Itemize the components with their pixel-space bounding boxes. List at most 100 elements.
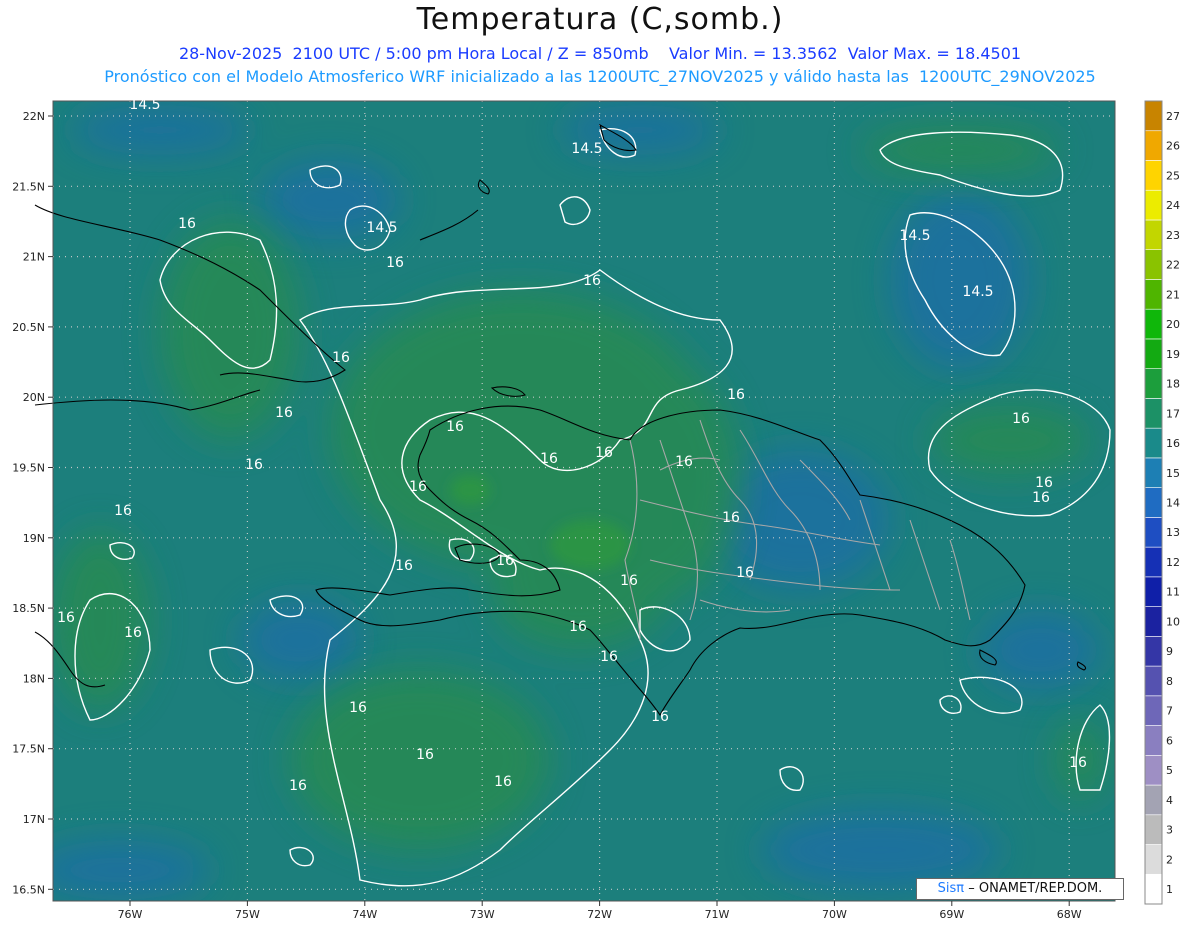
colorbar-label: 16 <box>1166 437 1180 450</box>
colorbar-label: 12 <box>1166 556 1180 569</box>
contour-label: 16 <box>620 573 638 589</box>
lat-label: 17.5N <box>12 743 45 756</box>
colorbar-label: 9 <box>1166 645 1173 658</box>
colorbar-swatch <box>1144 784 1163 816</box>
lat-label: 19.5N <box>12 462 45 475</box>
contour-label: 16 <box>651 709 669 725</box>
colorbar-swatch <box>1144 517 1163 548</box>
contour-label: 14.5 <box>366 220 397 236</box>
colorbar-label: 11 <box>1166 586 1180 599</box>
contour-label: 16 <box>569 619 587 635</box>
temperature-colorbar: 1234567891011121314151617181920212223242… <box>1144 100 1180 905</box>
contour-label: 16 <box>722 510 740 526</box>
contour-label: 16 <box>1032 490 1050 506</box>
contour-label: 16 <box>289 778 307 794</box>
contour-label: 16 <box>494 774 512 790</box>
contour-label: 16 <box>595 445 613 461</box>
colorbar-swatch <box>1144 398 1163 429</box>
lat-label: 18.5N <box>12 602 45 615</box>
lat-label: 20.5N <box>12 321 45 334</box>
colorbar-swatch <box>1144 665 1163 697</box>
colorbar-label: 19 <box>1166 348 1180 361</box>
credit-text: – ONAMET/REP.DOM. <box>968 881 1103 896</box>
latitude-axis: 22N 21.5N 21N 20.5N 20N 19.5N 19N 18.5N 18N 17.5N… <box>12 110 53 896</box>
colorbar-swatch <box>1144 487 1163 518</box>
colorbar-label: 18 <box>1166 378 1180 391</box>
contour-label: 16 <box>736 565 754 581</box>
contour-label: 16 <box>1069 755 1087 771</box>
contour-label: 16 <box>583 273 601 289</box>
contour-label: 14.5 <box>899 228 930 244</box>
colorbar-swatch <box>1144 160 1163 191</box>
contour-label: 16 <box>1012 411 1030 427</box>
colorbar-swatch <box>1144 725 1163 756</box>
colorbar-swatch <box>1144 279 1163 310</box>
colorbar-swatch <box>1144 189 1163 221</box>
colorbar-swatch <box>1144 100 1163 132</box>
colorbar-label: 21 <box>1166 288 1180 301</box>
lat-label: 19N <box>23 532 45 545</box>
sispi-logo-text: Sisπ <box>937 881 965 896</box>
contour-label: 16 <box>386 255 404 271</box>
colorbar-label: 10 <box>1166 615 1180 628</box>
contour-label: 16 <box>124 625 142 641</box>
contour-label: 16 <box>416 747 434 763</box>
contour-label: 16 <box>57 610 75 626</box>
contour-label: 16 <box>600 649 618 665</box>
colorbar-label: 13 <box>1166 526 1180 539</box>
colorbar-label: 6 <box>1166 734 1173 747</box>
colorbar-swatch <box>1144 695 1163 726</box>
lat-label: 18N <box>23 672 45 685</box>
lon-label: 71W <box>705 908 730 921</box>
colorbar-swatch <box>1144 368 1163 399</box>
temperature-map: 22N 21.5N 21N 20.5N 20N 19.5N 19N 18.5N 18N 17.5N… <box>12 97 1180 921</box>
colorbar-label: 14 <box>1166 497 1180 510</box>
lon-label: 69W <box>939 908 964 921</box>
colorbar-label: 24 <box>1166 199 1180 212</box>
colorbar-label: 20 <box>1166 318 1180 331</box>
lat-label: 22N <box>23 110 45 123</box>
colorbar-swatch <box>1144 308 1163 340</box>
colorbar-label: 25 <box>1166 169 1180 182</box>
contour-label: 16 <box>275 405 293 421</box>
colorbar-swatch <box>1144 457 1163 488</box>
colorbar-label: 1 <box>1166 883 1173 896</box>
contour-label: 16 <box>114 503 132 519</box>
colorbar-swatch <box>1144 338 1163 369</box>
colorbar-label: 22 <box>1166 259 1180 272</box>
lon-label: 68W <box>1057 908 1082 921</box>
contour-label: 16 <box>245 457 263 473</box>
colorbar-label: 8 <box>1166 675 1173 688</box>
colorbar-label: 2 <box>1166 853 1173 866</box>
longitude-axis: 76W 75W 74W 73W 72W 71W 70W 69W 68W <box>118 901 1082 921</box>
colorbar-swatch <box>1144 606 1163 637</box>
contour-label: 14.5 <box>129 97 160 113</box>
colorbar-swatch <box>1144 844 1163 875</box>
lat-label: 21N <box>23 251 45 264</box>
lat-label: 21.5N <box>12 180 45 193</box>
contour-label: 16 <box>446 419 464 435</box>
contour-label: 16 <box>349 700 367 716</box>
lon-label: 76W <box>118 908 143 921</box>
colorbar-swatch <box>1144 754 1163 786</box>
contour-label: 14.5 <box>571 141 602 157</box>
colorbar-label: 26 <box>1166 140 1180 153</box>
colorbar-label: 7 <box>1166 705 1173 718</box>
lat-label: 20N <box>23 391 45 404</box>
contour-label: 16 <box>727 387 745 403</box>
credit-box: Sisπ – ONAMET/REP.DOM. <box>916 878 1124 900</box>
colorbar-swatch <box>1144 427 1163 459</box>
colorbar-swatch <box>1144 814 1163 845</box>
contour-label: 14.5 <box>962 284 993 300</box>
colorbar-swatch <box>1144 873 1163 905</box>
colorbar-label: 15 <box>1166 467 1180 480</box>
contour-label: 16 <box>178 216 196 232</box>
contour-label: 16 <box>409 479 427 495</box>
colorbar-swatch <box>1144 130 1163 161</box>
lon-label: 70W <box>822 908 847 921</box>
contour-label: 16 <box>496 553 514 569</box>
colorbar-label: 27 <box>1166 110 1180 123</box>
contour-label: 16 <box>675 454 693 470</box>
contour-label: 16 <box>395 558 413 574</box>
colorbar-swatch <box>1144 576 1163 607</box>
